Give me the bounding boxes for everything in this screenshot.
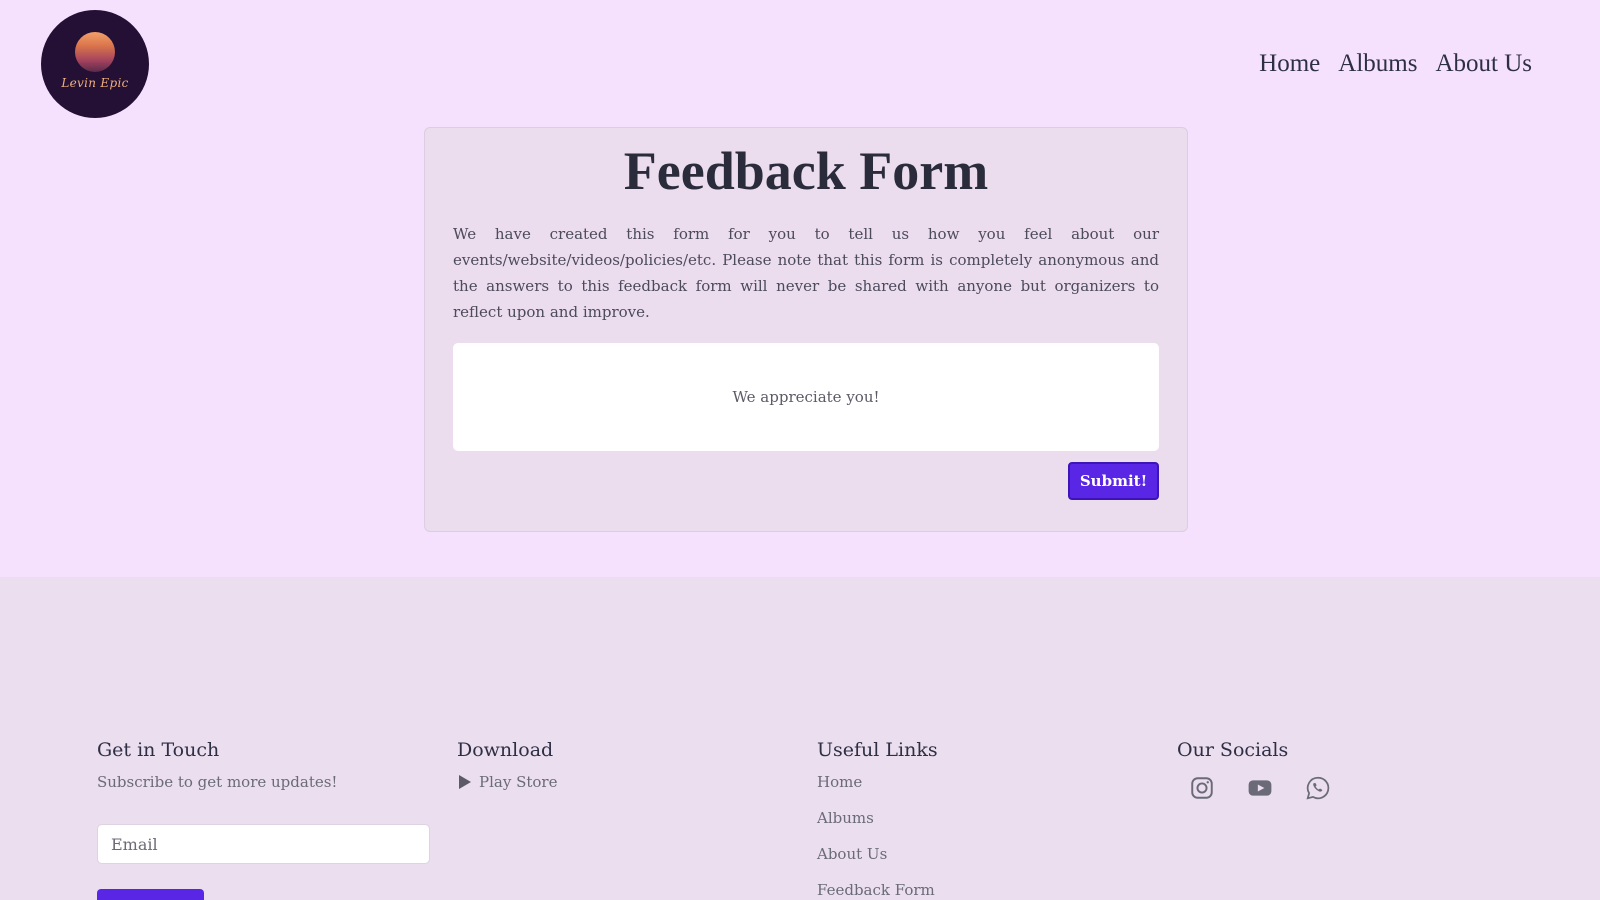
nav-link-albums[interactable]: Albums [1338, 50, 1417, 78]
play-store-link[interactable]: Play Store [457, 773, 557, 791]
footer-subscribe-text: Subscribe to get more updates! [97, 773, 338, 791]
footer-link-albums[interactable]: Albums [817, 809, 938, 827]
footer-heading-download: Download [457, 739, 554, 761]
footer-heading-useful-links: Useful Links [817, 739, 938, 761]
page-title: Feedback Form [623, 141, 989, 201]
nav-link-about-us[interactable]: About Us [1435, 50, 1532, 78]
social-icons [1177, 775, 1331, 801]
email-field[interactable] [97, 824, 430, 864]
footer-socials: Our Socials [1177, 739, 1331, 801]
youtube-icon[interactable] [1247, 775, 1273, 801]
subscribe-button[interactable] [97, 889, 204, 900]
footer-download: Download Play Store [457, 739, 557, 791]
feedback-placeholder: We appreciate you! [732, 388, 880, 406]
logo-text: Levin Epic [61, 76, 129, 90]
footer-useful-links: Useful Links Home Albums About Us Feedba… [817, 739, 938, 900]
whatsapp-icon[interactable] [1305, 775, 1331, 801]
feedback-card: Feedback Form We have created this form … [424, 127, 1188, 532]
logo-sun-icon [75, 32, 115, 72]
play-store-icon [459, 775, 471, 789]
instagram-icon[interactable] [1189, 775, 1215, 801]
footer-link-feedback[interactable]: Feedback Form [817, 881, 938, 899]
footer-link-about-us[interactable]: About Us [817, 845, 938, 863]
play-store-label: Play Store [479, 773, 558, 791]
nav-link-home[interactable]: Home [1259, 50, 1320, 78]
submit-button[interactable]: Submit! [1068, 462, 1159, 500]
site-logo[interactable]: Levin Epic [41, 10, 149, 118]
footer-link-home[interactable]: Home [817, 773, 938, 791]
main-nav: Home Albums About Us [1259, 50, 1532, 78]
footer-heading-get-in-touch: Get in Touch [97, 739, 220, 761]
feedback-description: We have created this form for you to tel… [453, 225, 1159, 321]
footer-get-in-touch: Get in Touch Subscribe to get more updat… [97, 739, 430, 900]
feedback-textarea[interactable]: We appreciate you! [453, 343, 1159, 451]
site-footer: Get in Touch Subscribe to get more updat… [0, 577, 1600, 900]
footer-heading-socials: Our Socials [1177, 739, 1289, 761]
site-header: Levin Epic Home Albums About Us [0, 0, 1600, 130]
